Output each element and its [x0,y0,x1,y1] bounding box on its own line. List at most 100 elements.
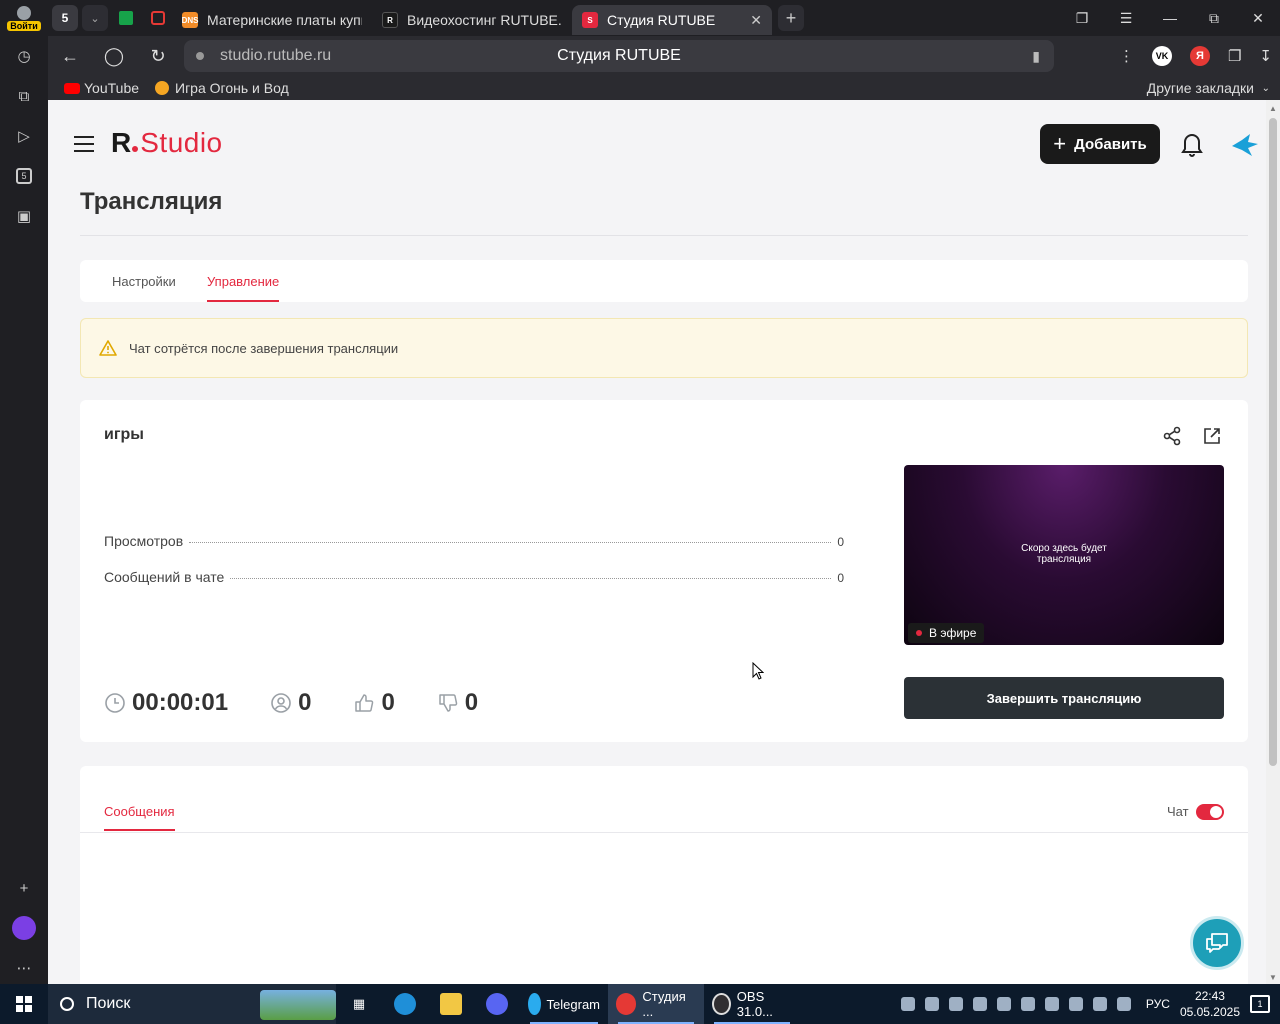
tab-title: Студия RUTUBE [607,12,716,28]
clock[interactable]: 22:43 05.05.2025 [1180,988,1240,1020]
site-info-icon[interactable] [196,52,204,60]
url-field[interactable]: studio.rutube.ru Студия RUTUBE ▮ [184,40,1054,72]
scrollbar-thumb[interactable] [1269,118,1277,766]
volume-icon[interactable] [1092,997,1107,1011]
downloads-icon[interactable]: ↧ [1259,47,1272,65]
search-label: Поиск [86,995,131,1012]
telegram-app[interactable]: Telegram [520,984,608,1024]
chevron-down-icon: ⌄ [1261,82,1270,94]
logo-dot [132,146,139,152]
reload-icon[interactable]: ↻ [136,46,180,67]
tab-messages[interactable]: Сообщения [104,804,175,831]
thumbs-up-icon [355,694,374,712]
discord-app[interactable] [474,984,520,1024]
collections-icon[interactable]: ❐ [1060,10,1104,27]
notifications-bell-icon[interactable] [1180,130,1204,158]
chat-toggle[interactable] [1196,804,1224,820]
tab-settings[interactable]: Настройки [112,274,176,289]
page-scrollbar[interactable]: ▲ ▼ [1266,100,1280,984]
bird-avatar-icon [1232,134,1258,156]
play-icon[interactable]: ▷ [0,116,48,156]
divider [80,235,1248,236]
open-external-icon[interactable] [1202,426,1222,446]
tray-icon[interactable] [1020,997,1035,1011]
yandex-extension-icon[interactable]: Я [1189,46,1210,66]
tray-icon[interactable] [1068,997,1083,1011]
edge-app[interactable] [382,984,428,1024]
screenshot-icon[interactable]: ▣ [0,196,48,236]
task-view-button[interactable]: ▦ [336,984,382,1024]
bookmark-youtube[interactable]: YouTube [64,80,139,96]
vk-extension-icon[interactable]: VK [1151,46,1172,66]
scroll-up-icon[interactable]: ▲ [1269,104,1277,113]
profile-button[interactable]: Войти [0,0,48,36]
support-chat-button[interactable] [1190,916,1244,970]
live-badge-label: В эфире [929,626,977,640]
address-bar: ← ◯ ↻ studio.rutube.ru Студия RUTUBE ▮ ⋮… [48,36,1280,76]
pinned-tab-s[interactable] [144,4,172,32]
close-window-icon[interactable]: ✕ [1236,10,1280,27]
warning-text: Чат сотрётся после завершения трансляции [129,340,399,356]
yandex-browser-app[interactable]: Студия ... [608,984,704,1024]
menu-icon[interactable]: ☰ [1104,10,1148,27]
start-button[interactable] [0,984,48,1024]
tab-group-button[interactable]: 5 [52,5,78,31]
hamburger-menu-icon[interactable] [74,136,94,152]
tab-management[interactable]: Управление [207,274,280,302]
tab-rutube-studio[interactable]: S Студия RUTUBE ✕ [572,5,772,35]
tabs-icon[interactable]: ⧉ [0,76,48,116]
tray-icon[interactable] [996,997,1011,1011]
browser-sidebar: ◷ ⧉ ▷ 5 ▣ + ⋯ [0,36,48,984]
rutube-r-icon: R [382,12,398,28]
tab-dns[interactable]: DNS Материнские платы купи [172,5,372,35]
studio-header: R Studio + Добавить [48,100,1266,188]
stream-preview[interactable]: Скоро здесь будет трансляция В эфире [904,465,1224,645]
timer-value: 00:00:01 [132,689,229,716]
scroll-down-icon[interactable]: ▼ [1269,973,1277,982]
share-icon[interactable] [1162,426,1182,446]
live-badge: В эфире [908,623,985,643]
chat-bubbles-icon [1206,933,1228,953]
yandex-home-icon[interactable]: ◯ [92,46,136,67]
stream-card: игры Просмотров 0 Сообщений в чате 0 Ско… [80,400,1248,742]
thumbs-down-icon [439,694,458,712]
sheets-icon [119,11,133,25]
close-tab-icon[interactable]: ✕ [750,12,762,29]
tabs-list-chevron-icon[interactable]: ⌄ [82,5,108,31]
language-indicator[interactable]: РУС [1146,997,1170,1011]
tray-icon[interactable] [1044,997,1059,1011]
more-vertical-icon[interactable]: ⋮ [1119,47,1134,65]
obs-app[interactable]: OBS 31.0... [704,984,800,1024]
history-icon[interactable]: ◷ [0,36,48,76]
clock-time: 22:43 [1194,989,1225,1003]
stream-tabs: Настройки Управление [80,260,1248,302]
more-icon[interactable]: ⋯ [0,948,48,988]
minimize-icon[interactable]: — [1148,10,1192,26]
back-arrow-icon[interactable]: ← [48,46,92,67]
tray-icon[interactable] [972,997,987,1011]
bookmark-icon[interactable]: ▮ [1032,48,1040,65]
search-highlight-image [260,990,336,1020]
add-button[interactable]: + Добавить [1040,124,1160,164]
alice-assistant-button[interactable] [0,908,48,948]
end-stream-button[interactable]: Завершить трансляцию [904,677,1224,719]
pinned-tab-sheets[interactable] [112,4,140,32]
explorer-app[interactable] [428,984,474,1024]
avatar[interactable] [1230,130,1260,158]
add-panel-icon[interactable]: + [0,868,48,908]
tab-rutube[interactable]: R Видеохостинг RUTUBE. С [372,5,572,35]
tray-icon[interactable] [900,997,915,1011]
notifications-icon[interactable]: 1 [1250,995,1270,1013]
restore-icon[interactable]: ⧉ [1192,10,1236,27]
network-icon[interactable] [1116,997,1131,1011]
rutube-studio-logo[interactable]: R Studio [111,127,223,170]
sidebar-5-button[interactable]: 5 [0,156,48,196]
new-tab-button[interactable]: + [778,5,804,31]
tray-icon[interactable] [948,997,963,1011]
other-bookmarks-button[interactable]: Другие закладки [1147,80,1254,96]
bookmark-game[interactable]: Игра Огонь и Вод [155,80,289,96]
extensions-icon[interactable]: ❐ [1228,47,1241,65]
tray-icon[interactable] [924,997,939,1011]
add-button-label: Добавить [1074,135,1147,153]
taskbar-search[interactable]: Поиск [48,984,336,1024]
